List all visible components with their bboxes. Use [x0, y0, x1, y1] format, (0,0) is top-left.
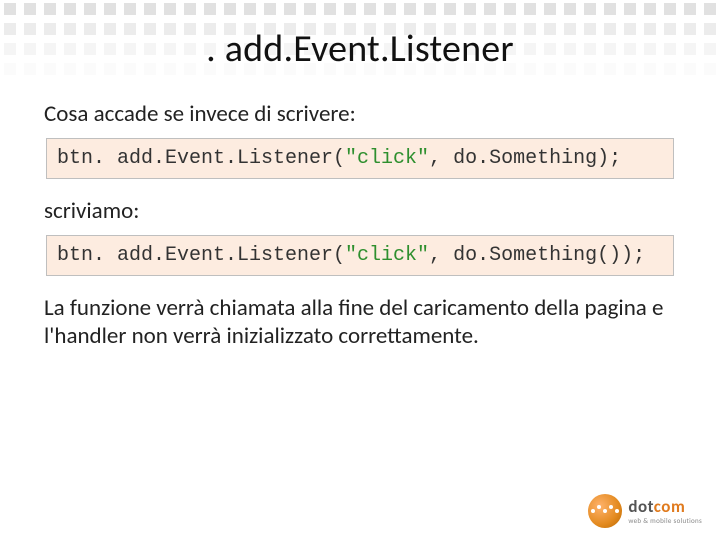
code1-string-literal: "click" [345, 147, 429, 170]
code-block-2: btn. add.Event.Listener("click", do.Some… [46, 235, 674, 276]
code1-suffix: , do.Something); [429, 147, 621, 170]
intro-text: Cosa accade se invece di scrivere: [44, 100, 676, 128]
brand-logo: dotcom web & mobile solutions [588, 494, 702, 528]
logo-word-part1: dot [628, 496, 653, 517]
logo-tagline: web & mobile solutions [628, 517, 702, 524]
mid-text: scriviamo: [44, 197, 676, 225]
logo-wordmark: dotcom [628, 498, 702, 515]
logo-word-part2: com [654, 496, 686, 517]
slide-container: . add.Event.Listener Cosa accade se inve… [0, 0, 720, 540]
code2-string-literal: "click" [345, 244, 429, 267]
code-block-1: btn. add.Event.Listener("click", do.Some… [46, 138, 674, 179]
slide-title: . add.Event.Listener [44, 26, 676, 72]
code2-suffix: , do.Something()); [429, 244, 645, 267]
code2-prefix: btn. add.Event.Listener( [57, 244, 345, 267]
logo-sphere-icon [588, 494, 622, 528]
logo-dots-icon [588, 494, 622, 528]
closing-text: La funzione verrà chiamata alla fine del… [44, 294, 676, 350]
logo-text-block: dotcom web & mobile solutions [628, 498, 702, 524]
code1-prefix: btn. add.Event.Listener( [57, 147, 345, 170]
